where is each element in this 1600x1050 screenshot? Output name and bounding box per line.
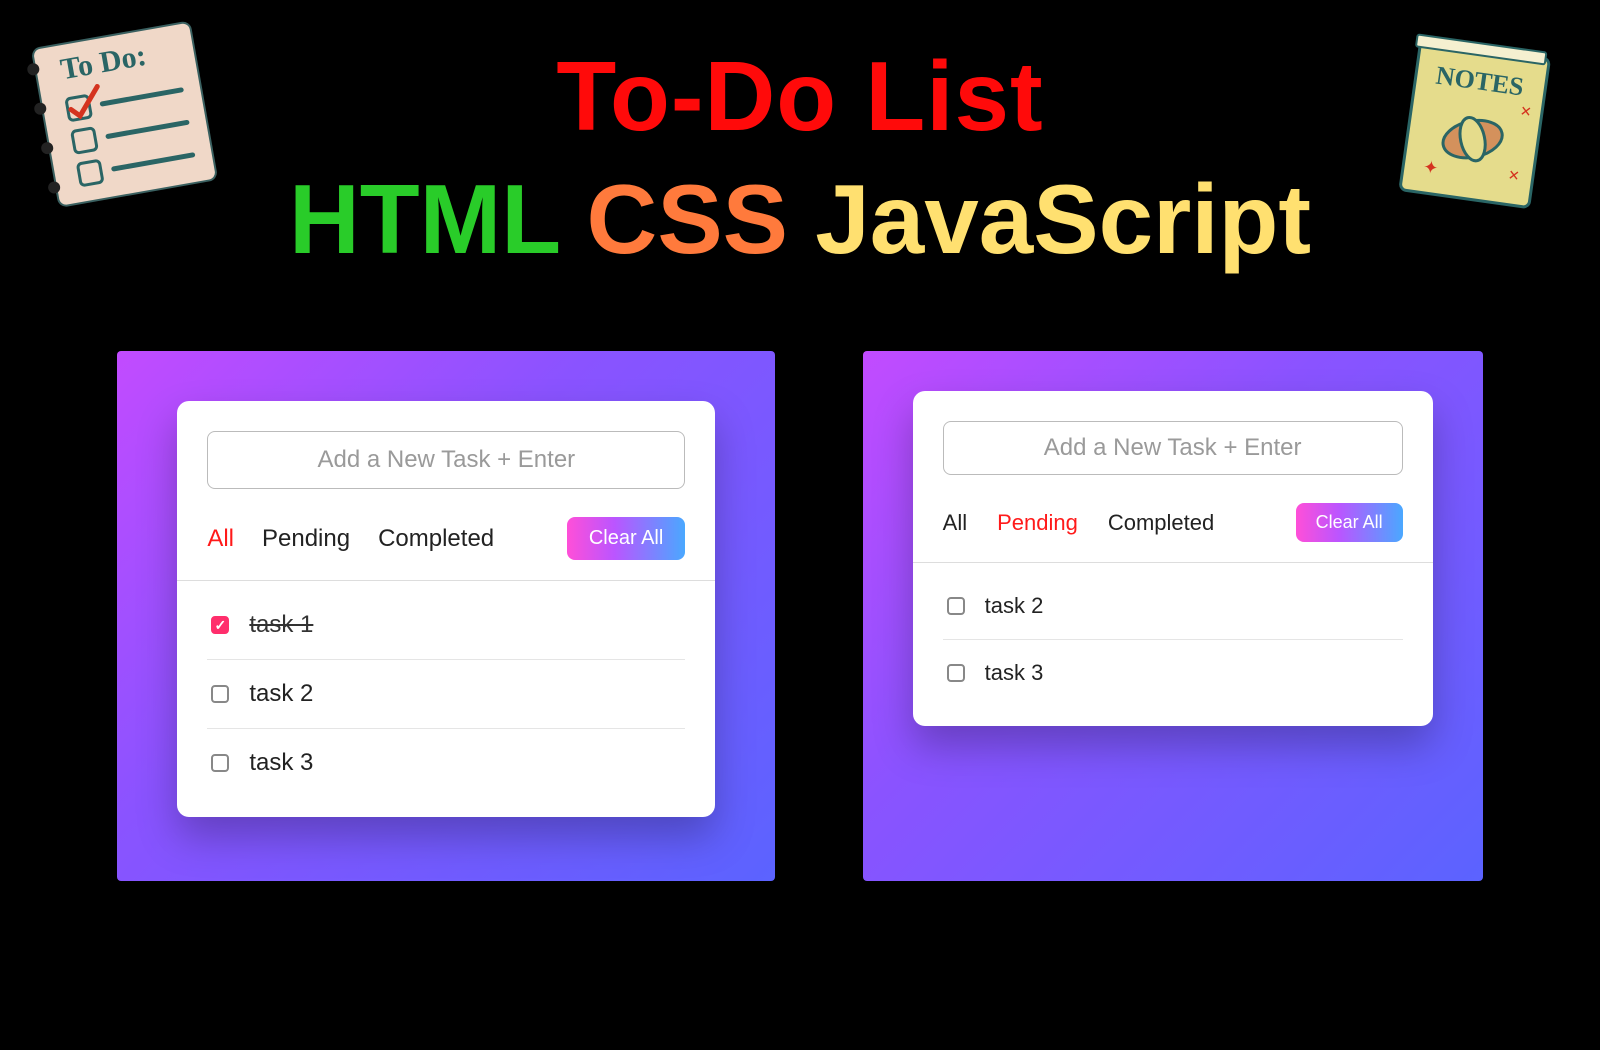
task-label: task 1 bbox=[249, 611, 313, 639]
task-row: task 2 bbox=[207, 660, 685, 729]
filter-completed[interactable]: Completed bbox=[378, 525, 494, 553]
task-label: task 2 bbox=[249, 680, 313, 708]
task-row: task 1 bbox=[207, 591, 685, 660]
task-checkbox[interactable] bbox=[947, 597, 965, 615]
todo-panel-pending: All Pending Completed Clear All task 2 t… bbox=[863, 351, 1483, 881]
todo-panel-all: All Pending Completed Clear All task 1 t… bbox=[117, 351, 775, 881]
task-checkbox[interactable] bbox=[947, 664, 965, 682]
filter-completed[interactable]: Completed bbox=[1108, 510, 1214, 536]
task-row: task 3 bbox=[943, 640, 1403, 706]
tech-css: CSS bbox=[587, 164, 789, 274]
filter-all[interactable]: All bbox=[207, 525, 234, 553]
new-task-input[interactable] bbox=[943, 421, 1403, 475]
todo-card: All Pending Completed Clear All task 1 t… bbox=[177, 401, 715, 817]
filter-tabs: All Pending Completed bbox=[943, 510, 1296, 536]
clear-all-button[interactable]: Clear All bbox=[567, 517, 685, 560]
filter-all[interactable]: All bbox=[943, 510, 967, 536]
filter-pending[interactable]: Pending bbox=[997, 510, 1078, 536]
clear-all-button[interactable]: Clear All bbox=[1296, 503, 1403, 542]
task-row: task 3 bbox=[207, 729, 685, 797]
page-subtitle: HTML CSS JavaScript bbox=[0, 163, 1600, 276]
new-task-input[interactable] bbox=[207, 431, 685, 489]
task-checkbox[interactable] bbox=[211, 685, 229, 703]
task-checkbox[interactable] bbox=[211, 616, 229, 634]
todo-card: All Pending Completed Clear All task 2 t… bbox=[913, 391, 1433, 726]
task-list: task 2 task 3 bbox=[943, 573, 1403, 706]
tech-js: JavaScript bbox=[815, 164, 1311, 274]
filter-pending[interactable]: Pending bbox=[262, 525, 350, 553]
tech-html: HTML bbox=[289, 164, 559, 274]
task-checkbox[interactable] bbox=[211, 754, 229, 772]
task-row: task 2 bbox=[943, 573, 1403, 640]
task-label: task 3 bbox=[249, 749, 313, 777]
task-list: task 1 task 2 task 3 bbox=[207, 591, 685, 797]
task-label: task 2 bbox=[985, 593, 1044, 619]
task-label: task 3 bbox=[985, 660, 1044, 686]
filter-tabs: All Pending Completed bbox=[207, 525, 567, 553]
page-title: To-Do List bbox=[0, 40, 1600, 153]
